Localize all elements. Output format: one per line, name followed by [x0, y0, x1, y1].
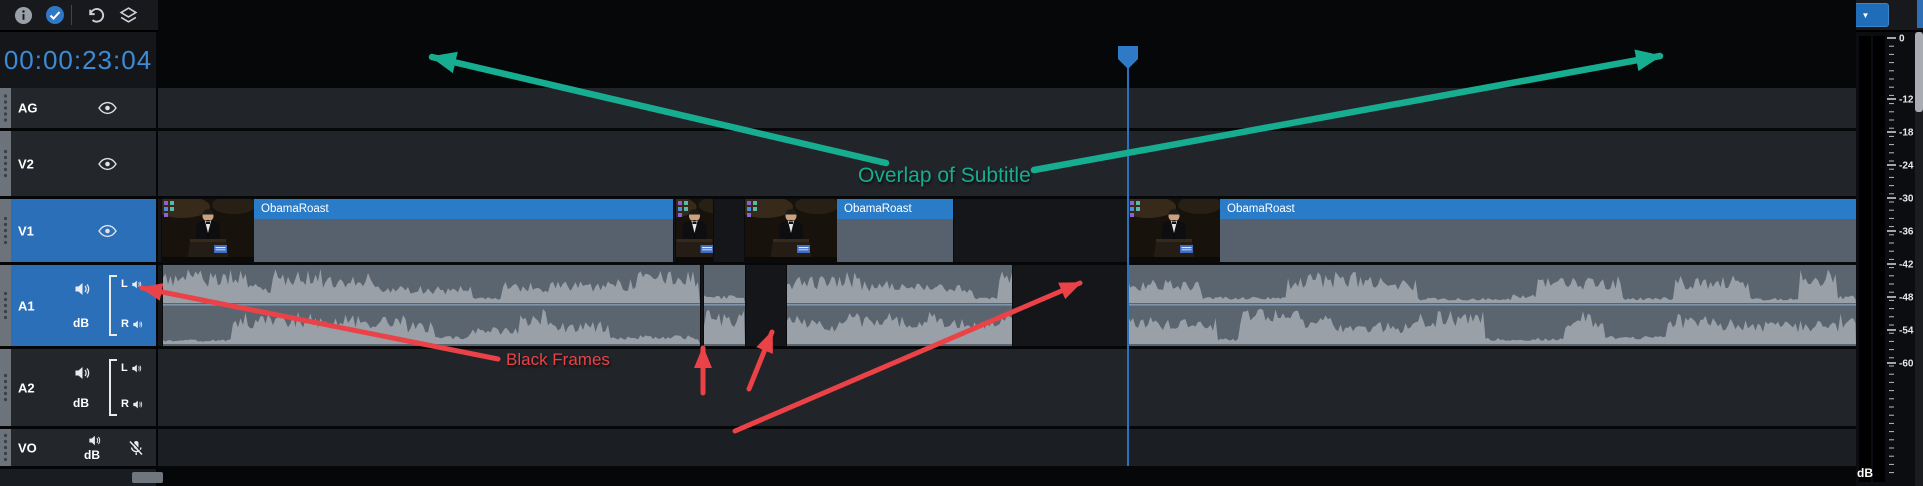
track-label-V2: V2	[18, 156, 34, 171]
track-grip-handle[interactable]	[0, 265, 11, 346]
track-lane-V2[interactable]	[158, 131, 1856, 196]
track-label-V1: V1	[18, 223, 34, 238]
track-header-A1[interactable]: A1 dB L R	[0, 265, 156, 346]
publish-dropdown-caret-icon: ▼	[1862, 11, 1870, 20]
svg-text:-54: -54	[1899, 326, 1914, 337]
audio-clip[interactable]	[1128, 265, 1856, 346]
audio-clip[interactable]	[787, 265, 1012, 346]
channel-bracket	[108, 275, 118, 336]
timeline-lanes: ObamaRoast ObamaRoast ObamaRoast	[158, 0, 1856, 486]
video-editor-app: ✂ − + ✂	[0, 0, 1923, 486]
svg-text:-42: -42	[1899, 260, 1914, 271]
channel-right-toggle[interactable]: R	[121, 318, 143, 330]
track-visibility-eye-icon[interactable]	[98, 157, 117, 176]
channel-right-toggle[interactable]: R	[121, 398, 143, 410]
track-lane-A2[interactable]	[158, 349, 1856, 426]
video-clip[interactable]: ObamaRoast	[162, 199, 673, 262]
track-speaker-icon[interactable]	[74, 366, 90, 385]
svg-text:-24: -24	[1899, 161, 1914, 172]
track-db-label: dB	[73, 316, 89, 330]
track-header-V2[interactable]: V2	[0, 131, 156, 196]
track-header-AG[interactable]: AG	[0, 88, 156, 128]
vertical-scrollbar-thumb[interactable]	[1915, 32, 1923, 112]
channel-left-toggle[interactable]: L	[121, 278, 142, 290]
channel-bracket	[108, 359, 118, 416]
track-visibility-eye-icon[interactable]	[98, 224, 117, 243]
track-grip-handle[interactable]	[0, 429, 11, 466]
clip-thumbnail	[745, 199, 837, 262]
channel-left-toggle[interactable]: L	[121, 362, 142, 374]
track-label-A2: A2	[18, 380, 35, 395]
track-db-label: dB	[73, 396, 89, 410]
track-lane-A1[interactable]	[158, 265, 1856, 346]
clip-thumbnail	[162, 199, 254, 262]
svg-text:-30: -30	[1899, 194, 1914, 205]
track-speaker-icon[interactable]	[74, 282, 90, 301]
track-grip-handle[interactable]	[0, 349, 11, 426]
svg-text:-48: -48	[1899, 293, 1914, 304]
track-header-V1[interactable]: V1	[0, 199, 156, 262]
track-visibility-eye-icon[interactable]	[98, 101, 117, 120]
clip-title-bar: ObamaRoast	[254, 199, 673, 219]
audio-clip[interactable]	[704, 265, 745, 346]
mic-muted-icon[interactable]	[127, 438, 145, 463]
audio-clip[interactable]	[163, 265, 700, 346]
track-label-A1: A1	[18, 298, 35, 313]
svg-text:0: 0	[1899, 34, 1905, 45]
track-grip-handle[interactable]	[0, 199, 11, 262]
audio-level-meter: 0 -12 -18 -24 -30 -36 -42 -48 -54 -60	[1856, 32, 1915, 486]
svg-text:-18: -18	[1899, 128, 1914, 139]
track-grip-handle[interactable]	[0, 88, 11, 128]
track-label-AG: AG	[18, 101, 38, 116]
svg-text:-36: -36	[1899, 227, 1914, 238]
vertical-scrollbar[interactable]	[1915, 32, 1923, 486]
track-headers-panel: AG V2 V1 A1 dB L R A2 dB L R VO dB	[0, 0, 156, 486]
track-label-VO: VO	[18, 440, 37, 455]
clip-title-bar: ObamaRoast	[837, 199, 953, 219]
svg-text:-12: -12	[1899, 95, 1914, 106]
playhead-marker[interactable]	[1117, 46, 1139, 70]
clip-thumbnail	[1128, 199, 1220, 262]
track-lane-V1[interactable]: ObamaRoast ObamaRoast ObamaRoast	[158, 199, 1856, 262]
track-grip-handle[interactable]	[0, 131, 11, 196]
clip-title-bar: ObamaRoast	[1220, 199, 1856, 219]
track-header-A2[interactable]: A2 dB L R	[0, 349, 156, 426]
meter-db-unit-label: dB	[1857, 466, 1873, 480]
track-lane-AG[interactable]	[158, 88, 1856, 128]
track-header-VO[interactable]: VO dB	[0, 429, 156, 466]
video-clip[interactable]: ObamaRoast	[1128, 199, 1856, 262]
video-clip[interactable]	[676, 199, 713, 262]
track-lane-VO[interactable]	[158, 429, 1856, 466]
track-db-label: dB	[84, 448, 100, 462]
horizontal-scrollbar-thumb[interactable]	[132, 472, 163, 483]
playhead-line	[1127, 68, 1129, 466]
video-clip[interactable]: ObamaRoast	[745, 199, 953, 262]
svg-text:-60: -60	[1899, 359, 1914, 370]
panel-edge-accent	[1917, 0, 1923, 28]
